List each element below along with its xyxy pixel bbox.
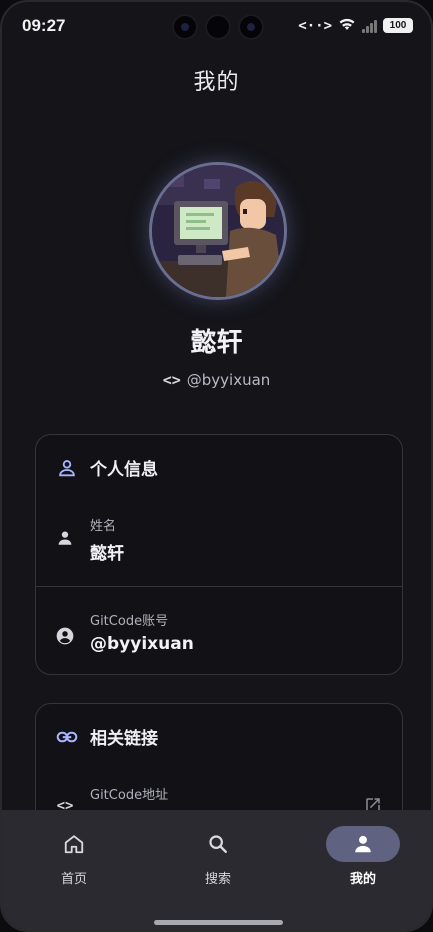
link-icon bbox=[56, 726, 78, 748]
personal-info-header: 个人信息 bbox=[56, 455, 158, 480]
app-screen: 09:27 <··> 100 我的 懿轩 <> @byyixuan 个人信息 姓… bbox=[0, 0, 433, 932]
nav-label: 首页 bbox=[60, 872, 87, 887]
search-icon bbox=[181, 826, 255, 862]
person-icon bbox=[55, 528, 75, 548]
personal-info-title: 个人信息 bbox=[90, 460, 158, 480]
camera-lens bbox=[205, 14, 231, 40]
person-icon bbox=[326, 826, 400, 862]
avatar[interactable] bbox=[149, 162, 287, 300]
status-time: 09:27 bbox=[22, 16, 66, 35]
home-icon bbox=[37, 826, 111, 862]
nav-label: 我的 bbox=[349, 872, 376, 887]
profile-handle: <> @byyixuan bbox=[2, 371, 431, 389]
nav-label: 搜索 bbox=[204, 872, 231, 887]
links-header: 相关链接 bbox=[56, 724, 158, 749]
account-circle-icon bbox=[55, 626, 75, 646]
camera-lens bbox=[238, 14, 264, 40]
cellular-signal-icon bbox=[362, 19, 377, 33]
wifi-icon bbox=[338, 16, 356, 35]
home-indicator[interactable] bbox=[154, 920, 283, 925]
nfc-icon: <··> bbox=[298, 17, 332, 34]
bottom-navigation: 首页 搜索 我的 bbox=[2, 810, 431, 930]
personal-info-card: 个人信息 姓名 懿轩 GitCode账号 @byyixuan bbox=[35, 434, 403, 675]
info-value: 懿轩 bbox=[90, 544, 124, 564]
info-value: @byyixuan bbox=[90, 634, 194, 654]
link-label: GitCode地址 bbox=[90, 788, 169, 803]
nav-item-profile[interactable]: 我的 bbox=[313, 826, 413, 887]
nav-item-search[interactable]: 搜索 bbox=[168, 826, 268, 887]
person-outline-icon bbox=[56, 457, 78, 479]
links-title: 相关链接 bbox=[90, 729, 158, 749]
camera-lens bbox=[172, 14, 198, 40]
info-row-gitcode-account[interactable]: GitCode账号 @byyixuan bbox=[36, 600, 402, 670]
status-bar: 09:27 <··> 100 bbox=[2, 2, 431, 52]
camera-cutout bbox=[170, 14, 266, 40]
avatar-illustration bbox=[152, 165, 284, 297]
profile-handle-text: @byyixuan bbox=[186, 371, 271, 389]
divider bbox=[36, 586, 402, 587]
code-icon: <> bbox=[162, 371, 181, 389]
info-label: 姓名 bbox=[90, 519, 117, 534]
battery-icon: 100 bbox=[383, 18, 413, 33]
status-icons: <··> 100 bbox=[298, 16, 413, 35]
info-label: GitCode账号 bbox=[90, 614, 169, 629]
page-title: 我的 bbox=[193, 70, 240, 95]
info-row-name[interactable]: 姓名 懿轩 bbox=[36, 505, 402, 585]
profile-name: 懿轩 bbox=[190, 328, 243, 358]
nav-item-home[interactable]: 首页 bbox=[24, 826, 124, 887]
